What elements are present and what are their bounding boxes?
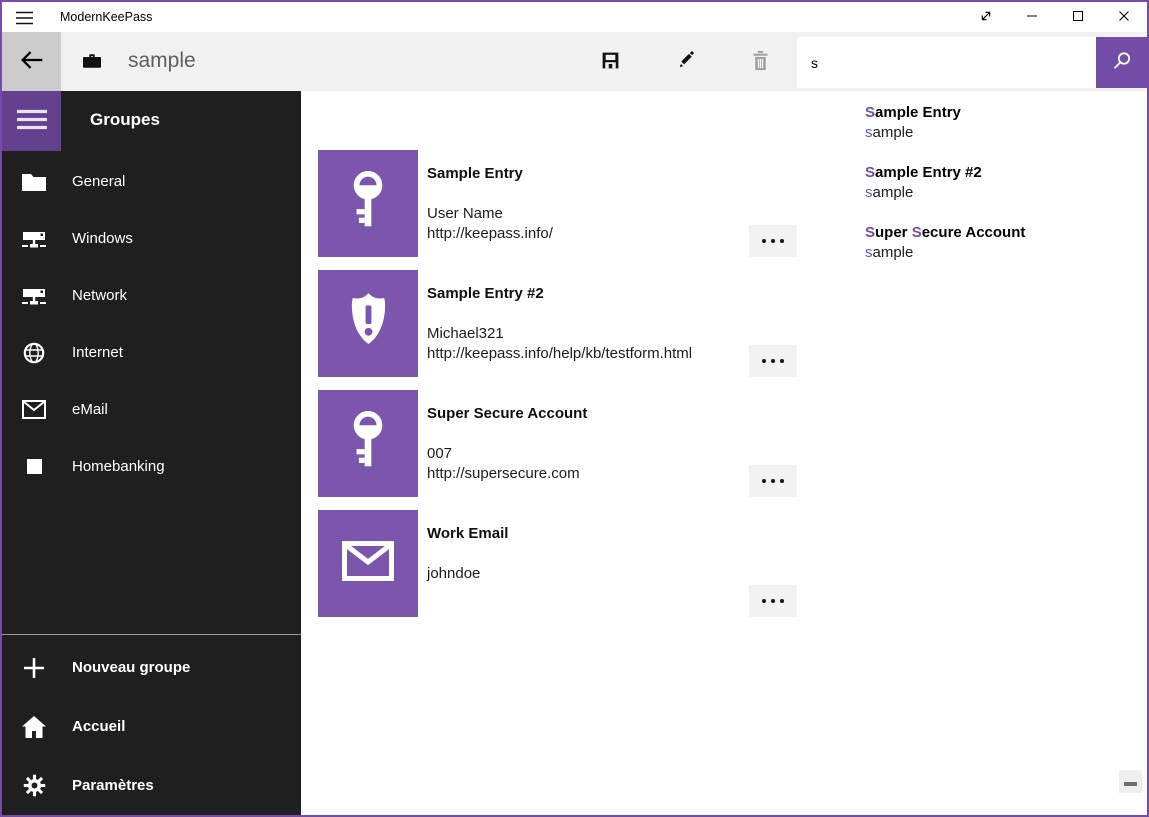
suggestion-title: Sample Entry xyxy=(865,103,1147,123)
entry-tile xyxy=(318,270,418,377)
sidebar-divider xyxy=(2,634,301,635)
app-window: ModernKeePass sample Groupes General Win… xyxy=(0,0,1149,817)
suggestion-title: Sample Entry #2 xyxy=(865,163,1147,183)
groups-header: Groupes xyxy=(90,91,160,151)
entry-more-button[interactable] xyxy=(749,585,797,617)
sidebar-item-label: eMail xyxy=(72,401,108,418)
maximize-button[interactable] xyxy=(1055,2,1101,32)
save-button[interactable] xyxy=(590,42,630,82)
sidebar-item-label: Network xyxy=(72,287,127,304)
sidebar-item-label: Homebanking xyxy=(72,458,165,475)
entry-more-button[interactable] xyxy=(749,345,797,377)
suggestion-subtitle: sample xyxy=(865,183,1147,203)
sidebar-item-homebanking[interactable]: Homebanking xyxy=(2,438,301,495)
square-icon xyxy=(18,459,50,474)
search-button[interactable] xyxy=(1096,37,1147,88)
suggestion-title: Super Secure Account xyxy=(865,223,1147,243)
search-suggestion[interactable]: Sample Entry sample xyxy=(797,93,1147,153)
sidebar-item-accueil[interactable]: Accueil xyxy=(2,697,301,756)
sidebar-item-label: Paramètres xyxy=(72,777,154,794)
titlebar: ModernKeePass xyxy=(2,2,1147,32)
sidebar-item-label: Accueil xyxy=(72,718,125,735)
minus-dash-icon xyxy=(1124,774,1137,789)
mail-tile-icon xyxy=(342,541,394,586)
sidebar-item-network[interactable]: Network xyxy=(2,267,301,324)
entry-more-button[interactable] xyxy=(749,465,797,497)
hamburger-icon xyxy=(17,109,47,133)
sidebar-item-param-tres[interactable]: Paramètres xyxy=(2,756,301,815)
delete-trash-icon xyxy=(751,50,770,74)
delete-button[interactable] xyxy=(740,42,780,82)
entry-row[interactable]: Sample Entry User Namehttp://keepass.inf… xyxy=(318,150,798,257)
entry-details: Michael321http://keepass.info/help/kb/te… xyxy=(427,324,692,364)
close-button[interactable] xyxy=(1101,2,1147,32)
globe-icon xyxy=(18,341,50,365)
magnifier-icon xyxy=(1112,51,1132,74)
minimize-button[interactable] xyxy=(1009,2,1055,32)
maximize-square-icon xyxy=(1070,8,1086,27)
minimize-dash-icon xyxy=(1024,8,1040,27)
entry-details: User Namehttp://keepass.info/ xyxy=(427,204,553,244)
entry-title: Sample Entry xyxy=(427,165,523,182)
entry-details: johndoe xyxy=(427,564,480,584)
suggestion-subtitle: sample xyxy=(865,243,1147,263)
sidebar-item-windows[interactable]: Windows xyxy=(2,210,301,267)
entry-details: 007http://supersecure.com xyxy=(427,444,580,484)
entry-title: Sample Entry #2 xyxy=(427,285,544,302)
ellipsis-icon xyxy=(762,359,766,363)
entry-tile xyxy=(318,510,418,617)
mail-outline-icon xyxy=(18,400,50,419)
entry-row[interactable]: Super Secure Account 007http://supersecu… xyxy=(318,390,798,497)
network-icon xyxy=(18,228,50,250)
edit-button[interactable] xyxy=(666,42,706,82)
ellipsis-icon xyxy=(762,479,766,483)
nav-hamburger-button[interactable] xyxy=(2,91,61,151)
sidebar-item-label: General xyxy=(72,173,125,190)
entry-tile xyxy=(318,150,418,257)
shield-exclamation-icon xyxy=(345,292,392,356)
entry-title: Super Secure Account xyxy=(427,405,587,422)
ellipsis-icon xyxy=(762,239,766,243)
sidebar-item-nouveau-groupe[interactable]: Nouveau groupe xyxy=(2,638,301,697)
sidebar-item-label: Nouveau groupe xyxy=(72,659,190,676)
home-icon xyxy=(18,716,50,738)
sidebar-item-label: Internet xyxy=(72,344,123,361)
sidebar-item-label: Windows xyxy=(72,230,133,247)
search-suggestions: Sample Entry sample Sample Entry #2 samp… xyxy=(797,93,1147,273)
entry-title: Work Email xyxy=(427,525,508,542)
appbar: sample xyxy=(2,32,1147,91)
entry-list: Sample Entry User Namehttp://keepass.inf… xyxy=(318,150,798,630)
gear-icon xyxy=(18,774,50,797)
entry-tile xyxy=(318,390,418,497)
sidebar-footer-list: Nouveau groupe Accueil Paramètres xyxy=(2,638,301,815)
suggestion-subtitle: sample xyxy=(865,123,1147,143)
search-suggestion[interactable]: Sample Entry #2 sample xyxy=(797,153,1147,213)
ellipsis-icon xyxy=(762,599,766,603)
sidebar-item-internet[interactable]: Internet xyxy=(2,324,301,381)
fullscreen-arrows-icon xyxy=(978,8,994,27)
entry-more-button[interactable] xyxy=(749,225,797,257)
close-x-icon xyxy=(1116,8,1132,27)
fullscreen-button[interactable] xyxy=(963,2,1009,32)
window-controls xyxy=(963,2,1147,32)
plus-icon xyxy=(18,657,50,679)
save-floppy-icon xyxy=(600,50,621,74)
key-icon xyxy=(345,171,391,237)
sidebar-group-list: General Windows Network Internet eMail H… xyxy=(2,153,301,495)
hamburger-icon[interactable] xyxy=(16,10,34,25)
window-title: ModernKeePass xyxy=(60,2,152,32)
key-icon xyxy=(345,411,391,477)
sidebar-item-email[interactable]: eMail xyxy=(2,381,301,438)
search-suggestion[interactable]: Super Secure Account sample xyxy=(797,213,1147,273)
sidebar-item-general[interactable]: General xyxy=(2,153,301,210)
folder-icon xyxy=(18,172,50,191)
sidebar: Groupes General Windows Network Internet… xyxy=(2,91,301,815)
network-icon xyxy=(18,285,50,307)
entry-row[interactable]: Sample Entry #2 Michael321http://keepass… xyxy=(318,270,798,377)
zoom-out-button[interactable] xyxy=(1119,770,1142,793)
edit-pencil-icon xyxy=(676,50,697,74)
entry-row[interactable]: Work Email johndoe xyxy=(318,510,798,617)
search-input[interactable] xyxy=(797,37,1096,88)
